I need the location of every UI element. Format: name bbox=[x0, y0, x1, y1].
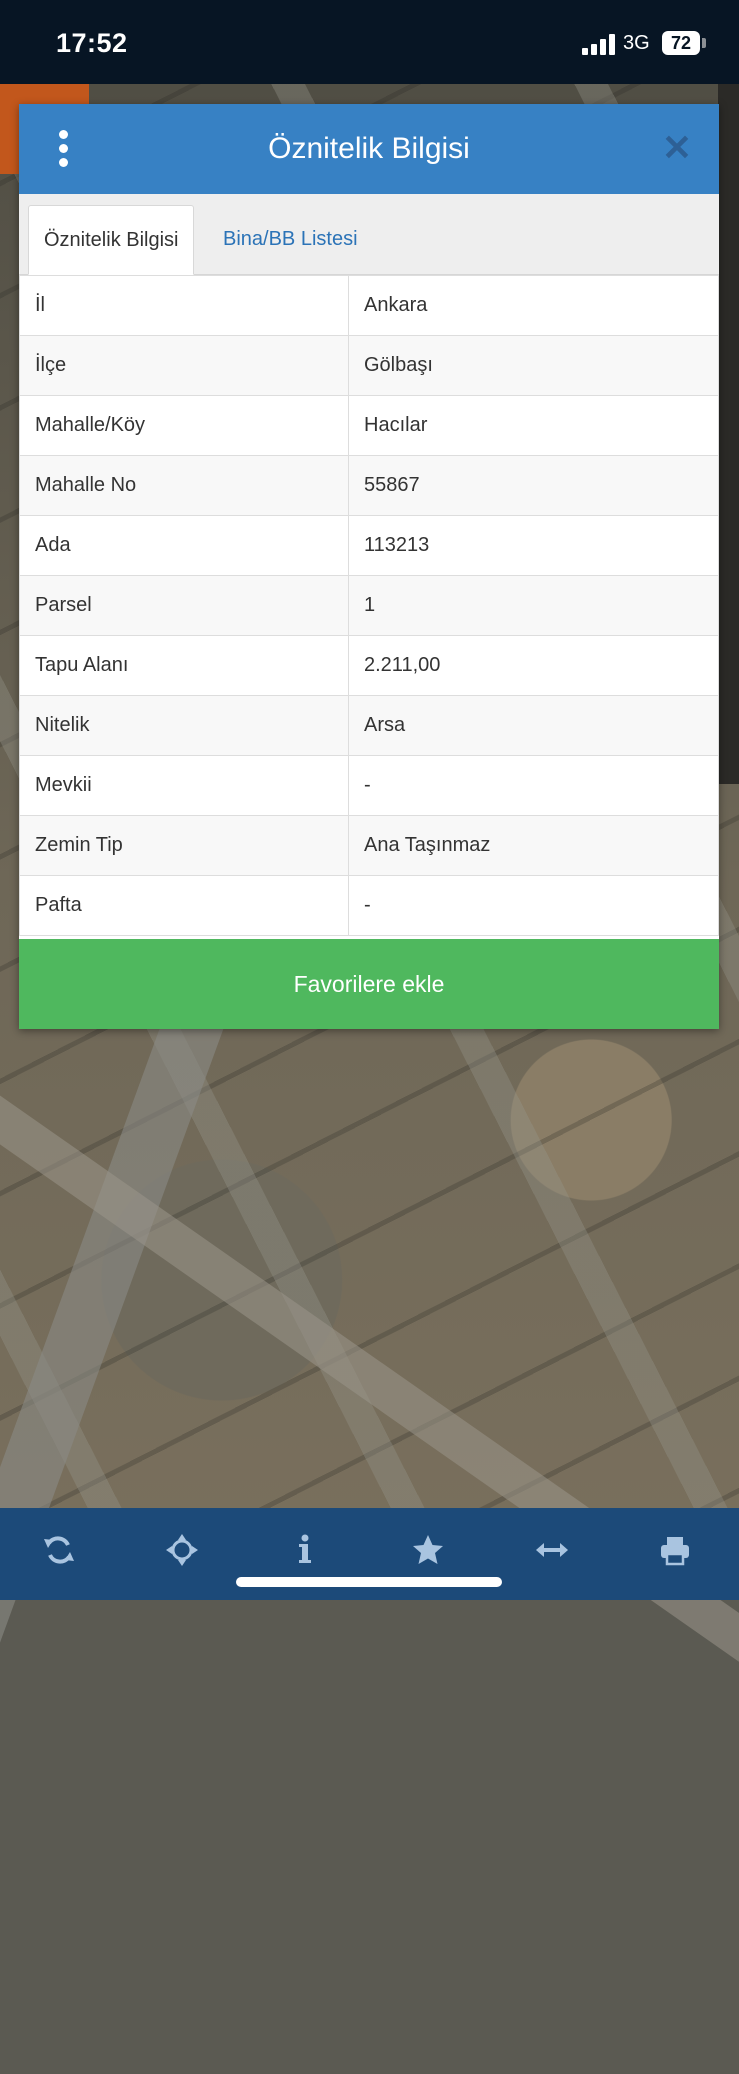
tab-bar: Öznitelik Bilgisi Bina/BB Listesi bbox=[19, 194, 719, 275]
refresh-icon[interactable] bbox=[39, 1530, 79, 1570]
print-icon[interactable] bbox=[655, 1530, 695, 1570]
attr-key: Pafta bbox=[19, 875, 349, 936]
attr-value: 113213 bbox=[348, 515, 719, 576]
attr-key: Parsel bbox=[19, 575, 349, 636]
battery-tip bbox=[702, 38, 706, 48]
table-row: İl Ankara bbox=[19, 275, 719, 336]
attribute-table: İl Ankara İlçe Gölbaşı Mahalle/Köy Hacılar … bbox=[19, 275, 719, 936]
add-to-favorites-button[interactable]: Favorilere ekle bbox=[19, 939, 719, 1029]
table-row: Zemin Tip Ana Taşınmaz bbox=[19, 815, 719, 876]
attr-key: Mahalle/Köy bbox=[19, 395, 349, 456]
attr-key: Ada bbox=[19, 515, 349, 576]
tab-building-list[interactable]: Bina/BB Listesi bbox=[208, 205, 373, 273]
status-bar: 17:52 3G 72 bbox=[0, 0, 739, 84]
attr-value: 55867 bbox=[348, 455, 719, 516]
table-row: Parsel 1 bbox=[19, 575, 719, 636]
tab-attribute-info[interactable]: Öznitelik Bilgisi bbox=[28, 205, 195, 275]
table-row: Tapu Alanı 2.211,00 bbox=[19, 635, 719, 696]
measure-icon[interactable] bbox=[532, 1530, 572, 1570]
table-row: Pafta - bbox=[19, 875, 719, 936]
attr-key: Nitelik bbox=[19, 695, 349, 756]
attr-value: Gölbaşı bbox=[348, 335, 719, 396]
table-row: İlçe Gölbaşı bbox=[19, 335, 719, 396]
status-time: 17:52 bbox=[56, 28, 128, 58]
locate-icon[interactable] bbox=[162, 1530, 202, 1570]
attr-value: - bbox=[348, 875, 719, 936]
attr-value: - bbox=[348, 755, 719, 816]
attr-value: Ana Taşınmaz bbox=[348, 815, 719, 876]
close-icon[interactable]: ✕ bbox=[659, 128, 695, 168]
attr-value: Arsa bbox=[348, 695, 719, 756]
table-row: Nitelik Arsa bbox=[19, 695, 719, 756]
attribute-dialog: Öznitelik Bilgisi ✕ Öznitelik Bilgisi Bi… bbox=[19, 104, 719, 1029]
attr-value: Hacılar bbox=[348, 395, 719, 456]
attr-key: İlçe bbox=[19, 335, 349, 396]
table-row: Mahalle/Köy Hacılar bbox=[19, 395, 719, 456]
attr-value: 1 bbox=[348, 575, 719, 636]
attr-value: Ankara bbox=[348, 275, 719, 336]
network-label: 3G bbox=[623, 32, 650, 54]
info-icon[interactable] bbox=[285, 1530, 325, 1570]
attr-value: 2.211,00 bbox=[348, 635, 719, 696]
attr-key: Mevkii bbox=[19, 755, 349, 816]
table-row: Ada 113213 bbox=[19, 515, 719, 576]
attr-key: Tapu Alanı bbox=[19, 635, 349, 696]
attr-key: Mahalle No bbox=[19, 455, 349, 516]
dialog-header: Öznitelik Bilgisi ✕ bbox=[19, 104, 719, 194]
home-indicator[interactable] bbox=[236, 1577, 502, 1587]
table-row: Mevkii - bbox=[19, 755, 719, 816]
star-icon[interactable] bbox=[408, 1530, 448, 1570]
more-menu-icon[interactable] bbox=[51, 130, 75, 170]
signal-icon bbox=[582, 33, 618, 55]
battery-icon: 72 bbox=[662, 31, 700, 55]
attr-key: İl bbox=[19, 275, 349, 336]
map-edge bbox=[718, 84, 739, 784]
table-row: Mahalle No 55867 bbox=[19, 455, 719, 516]
dialog-title: Öznitelik Bilgisi bbox=[268, 132, 470, 165]
attr-key: Zemin Tip bbox=[19, 815, 349, 876]
